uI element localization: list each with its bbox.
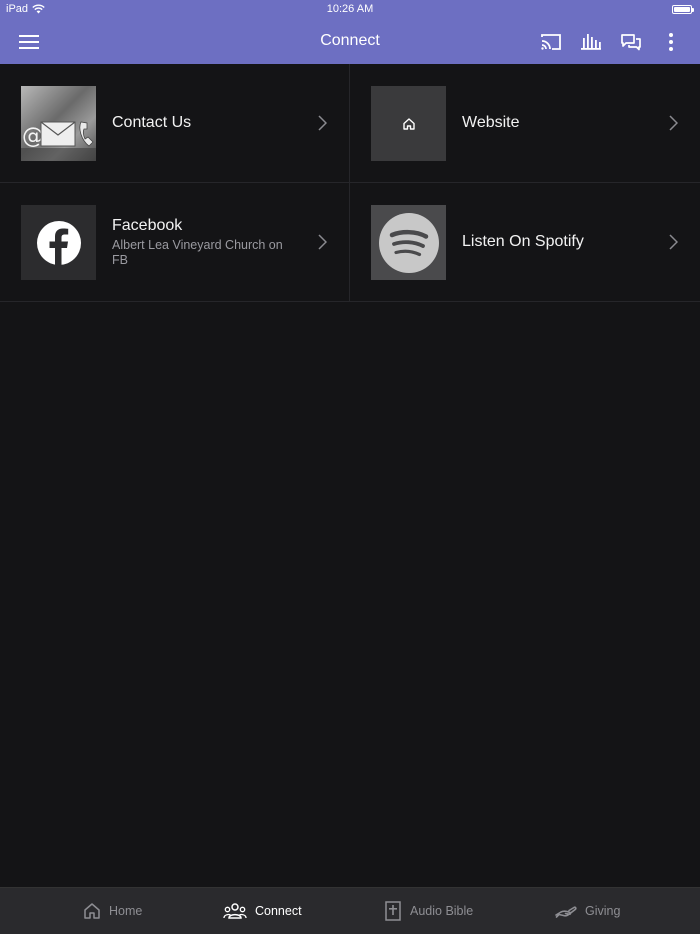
grid-row: Facebook Albert Lea Vineyard Church on F… [0,183,700,302]
contact-thumbnail: @ [21,86,96,161]
status-bar: iPad 10:26 AM [0,0,700,20]
cast-icon[interactable] [539,30,563,54]
more-vertical-icon[interactable] [659,30,683,54]
connect-grid: @ Contact Us Website Facebook Albert Lea… [0,64,700,302]
top-nav-bar: Connect [0,20,700,64]
website-item[interactable]: Website [350,64,700,182]
item-title: Listen On Spotify [462,233,584,250]
tab-label: Connect [255,904,302,918]
status-time: 10:26 AM [326,3,374,15]
chat-icon[interactable] [619,30,643,54]
facebook-item[interactable]: Facebook Albert Lea Vineyard Church on F… [0,183,350,301]
tab-label: Audio Bible [410,904,474,918]
spotify-item[interactable]: Listen On Spotify [350,183,700,301]
chevron-right-icon [318,234,327,250]
contact-us-item[interactable]: @ Contact Us [0,64,350,182]
tab-home[interactable]: Home [83,888,142,934]
people-icon [223,903,247,919]
website-thumbnail [371,86,446,161]
grid-row: @ Contact Us Website [0,64,700,183]
item-title: Contact Us [112,114,192,131]
chevron-right-icon [669,234,678,250]
item-subtitle: Albert Lea Vineyard Church on FB [112,238,283,267]
facebook-thumbnail [21,205,96,280]
chevron-right-icon [318,115,327,131]
giving-icon [555,906,577,918]
home-icon [402,117,415,130]
item-title: Facebook [112,217,183,234]
contact-image: @ [21,121,96,161]
tab-label: Home [109,904,143,918]
tab-giving[interactable]: Giving [555,888,620,934]
bible-icon [385,901,401,921]
chevron-right-icon [669,115,678,131]
audio-bars-icon[interactable] [579,30,603,54]
spotify-icon [378,212,439,273]
tab-label: Giving [585,904,621,918]
tab-audio-bible[interactable]: Audio Bible [384,888,473,934]
item-title: Website [462,114,520,131]
bottom-tab-bar: Home Connect Audio Bible Giving [0,887,700,934]
home-icon [84,903,100,919]
spotify-thumbnail [371,205,446,280]
battery-icon [672,5,694,14]
facebook-icon [36,220,81,265]
tab-connect[interactable]: Connect [223,888,302,934]
